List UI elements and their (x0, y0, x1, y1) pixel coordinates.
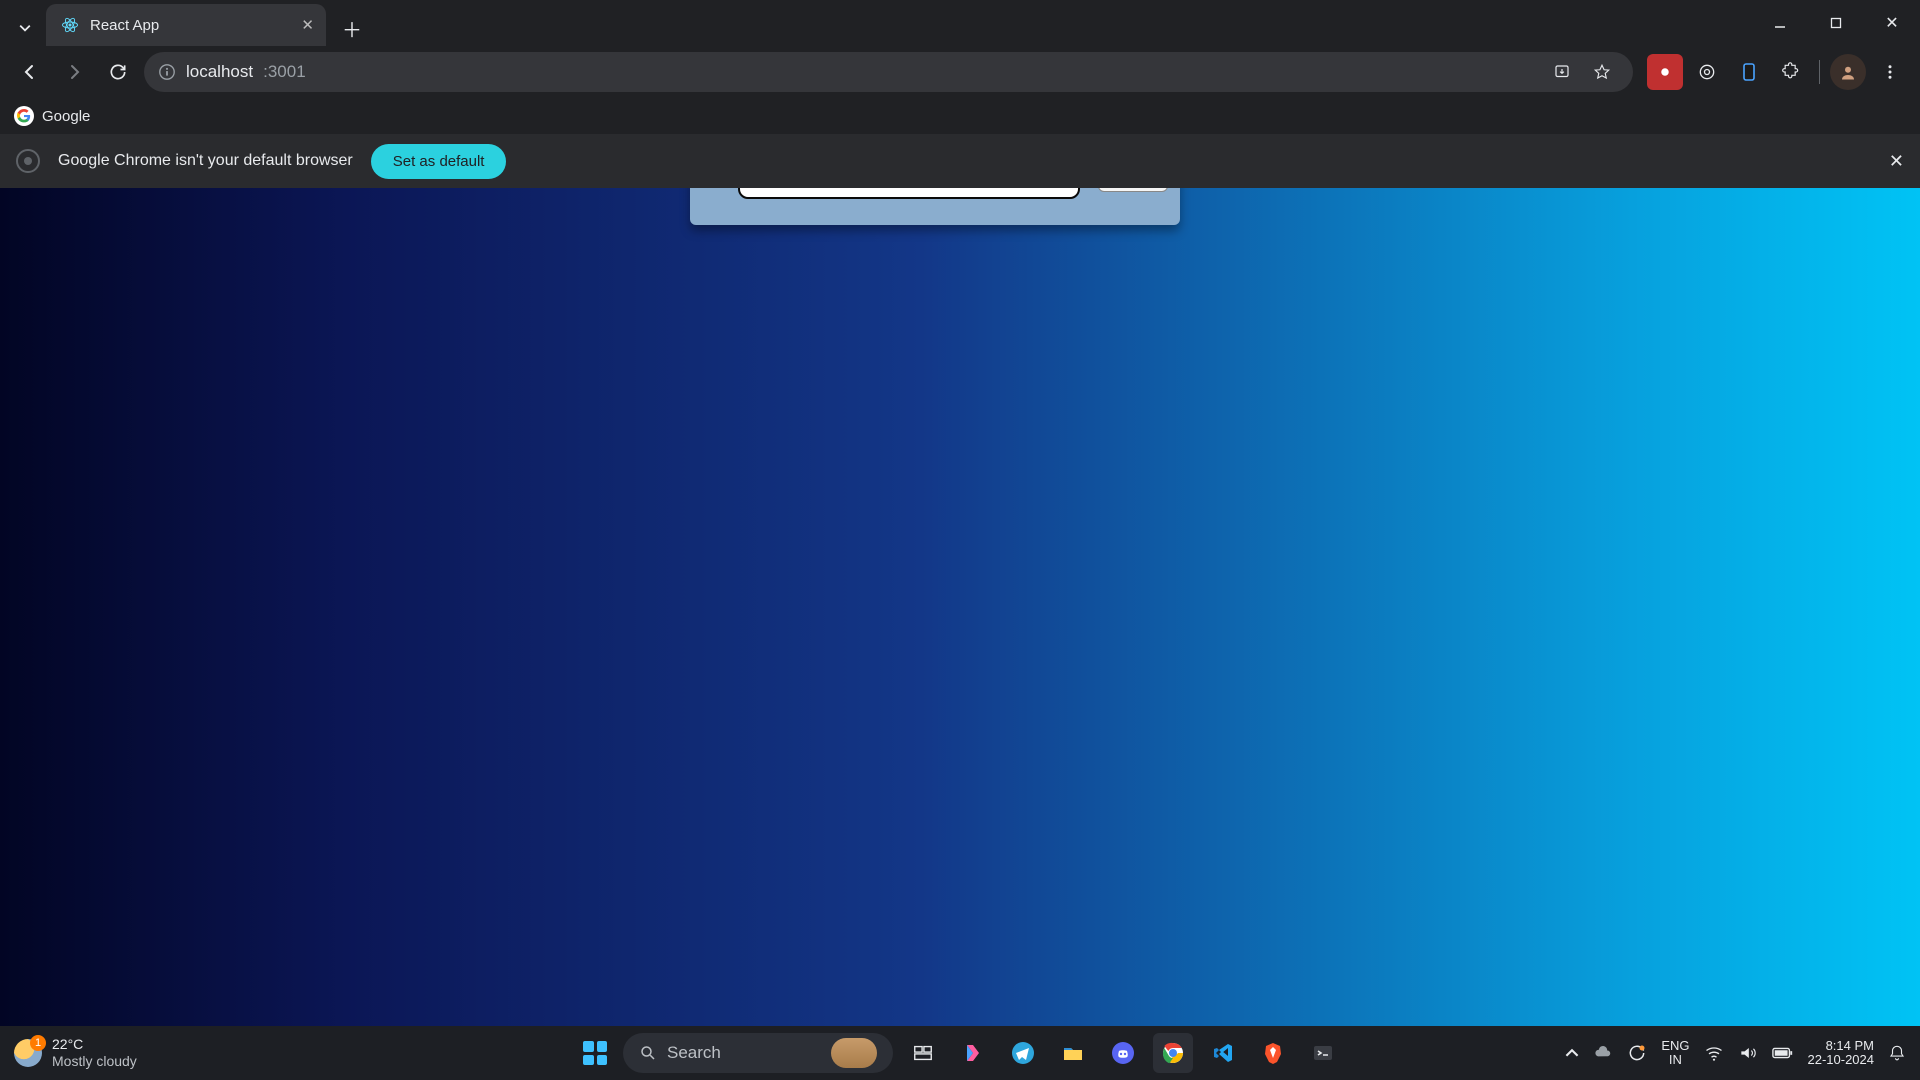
battery-icon[interactable] (1772, 1046, 1794, 1060)
react-icon (60, 15, 80, 35)
search-placeholder: Search (667, 1043, 721, 1063)
extension-icons (1647, 54, 1908, 90)
task-app-taskview[interactable] (903, 1033, 943, 1073)
infobar-text: Google Chrome isn't your default browser (58, 152, 353, 170)
task-app-vscode[interactable] (1203, 1033, 1243, 1073)
close-tab-icon[interactable]: ✕ (301, 16, 314, 34)
url-bar[interactable]: localhost :3001 (144, 52, 1633, 92)
task-app-copilot[interactable] (953, 1033, 993, 1073)
onedrive-icon[interactable] (1593, 1043, 1613, 1063)
windows-update-icon[interactable] (1627, 1043, 1647, 1063)
site-info-icon[interactable] (158, 63, 176, 81)
browser-tab[interactable]: React App ✕ (46, 4, 326, 46)
close-window-button[interactable]: ✕ (1864, 0, 1920, 46)
tab-title: React App (90, 17, 291, 34)
weather-desc: Mostly cloudy (52, 1053, 137, 1070)
install-app-icon[interactable] (1545, 55, 1579, 89)
bookmark-label: Google (42, 108, 90, 125)
tab-strip: React App ✕ ＋ ✕ (0, 0, 1920, 46)
extension-icon[interactable] (1689, 54, 1725, 90)
taskbar-center: Search (577, 1033, 1343, 1073)
close-infobar-icon[interactable]: ✕ (1889, 151, 1904, 172)
task-app-terminal[interactable] (1303, 1033, 1343, 1073)
clock[interactable]: 8:14 PM 22-10-2024 (1808, 1039, 1875, 1068)
reload-button[interactable] (100, 54, 136, 90)
google-icon (14, 106, 34, 126)
extensions-puzzle-icon[interactable] (1773, 54, 1809, 90)
forward-button[interactable] (56, 54, 92, 90)
set-default-button[interactable]: Set as default (371, 144, 507, 179)
weather-temp: 22°C (52, 1036, 137, 1053)
new-tab-button[interactable]: ＋ (334, 10, 370, 46)
separator (1819, 60, 1820, 84)
weather-badge: 1 (30, 1035, 46, 1051)
language-indicator[interactable]: ENG IN (1661, 1039, 1689, 1068)
bookmark-star-icon[interactable] (1585, 55, 1619, 89)
tray-chevron-icon[interactable] (1565, 1046, 1579, 1060)
task-app-telegram[interactable] (1003, 1033, 1043, 1073)
browser-chrome: React App ✕ ＋ ✕ localhost:300 (0, 0, 1920, 188)
bookmarks-bar: Google (0, 98, 1920, 134)
system-tray: ENG IN 8:14 PM 22-10-2024 (1565, 1039, 1906, 1068)
volume-icon[interactable] (1738, 1043, 1758, 1063)
wifi-icon[interactable] (1704, 1043, 1724, 1063)
maximize-button[interactable] (1808, 0, 1864, 46)
window-controls: ✕ (1752, 0, 1920, 46)
task-app-brave[interactable] (1253, 1033, 1293, 1073)
task-app-discord[interactable] (1103, 1033, 1143, 1073)
search-companion-icon (831, 1038, 877, 1068)
chrome-menu-icon[interactable] (1872, 54, 1908, 90)
taskbar-search[interactable]: Search (623, 1033, 893, 1073)
extension-icon[interactable] (1731, 54, 1767, 90)
extension-icon[interactable] (1647, 54, 1683, 90)
notifications-icon[interactable] (1888, 1043, 1906, 1063)
windows-taskbar: 1 22°C Mostly cloudy Search (0, 1026, 1920, 1080)
tab-search-dropdown[interactable] (10, 10, 40, 46)
url-host: localhost (186, 62, 253, 82)
back-button[interactable] (12, 54, 48, 90)
default-browser-infobar: Google Chrome isn't your default browser… (0, 134, 1920, 188)
toolbar: localhost :3001 (0, 46, 1920, 98)
url-port: :3001 (263, 62, 306, 82)
profile-avatar[interactable] (1830, 54, 1866, 90)
start-button[interactable] (577, 1035, 613, 1071)
weather-icon: 1 (14, 1039, 42, 1067)
weather-widget[interactable]: 1 22°C Mostly cloudy (14, 1036, 137, 1070)
bookmark-google[interactable]: Google (14, 106, 90, 126)
minimize-button[interactable] (1752, 0, 1808, 46)
chrome-outline-icon (16, 149, 40, 173)
task-app-chrome[interactable] (1153, 1033, 1193, 1073)
search-icon (639, 1044, 657, 1062)
task-app-explorer[interactable] (1053, 1033, 1093, 1073)
